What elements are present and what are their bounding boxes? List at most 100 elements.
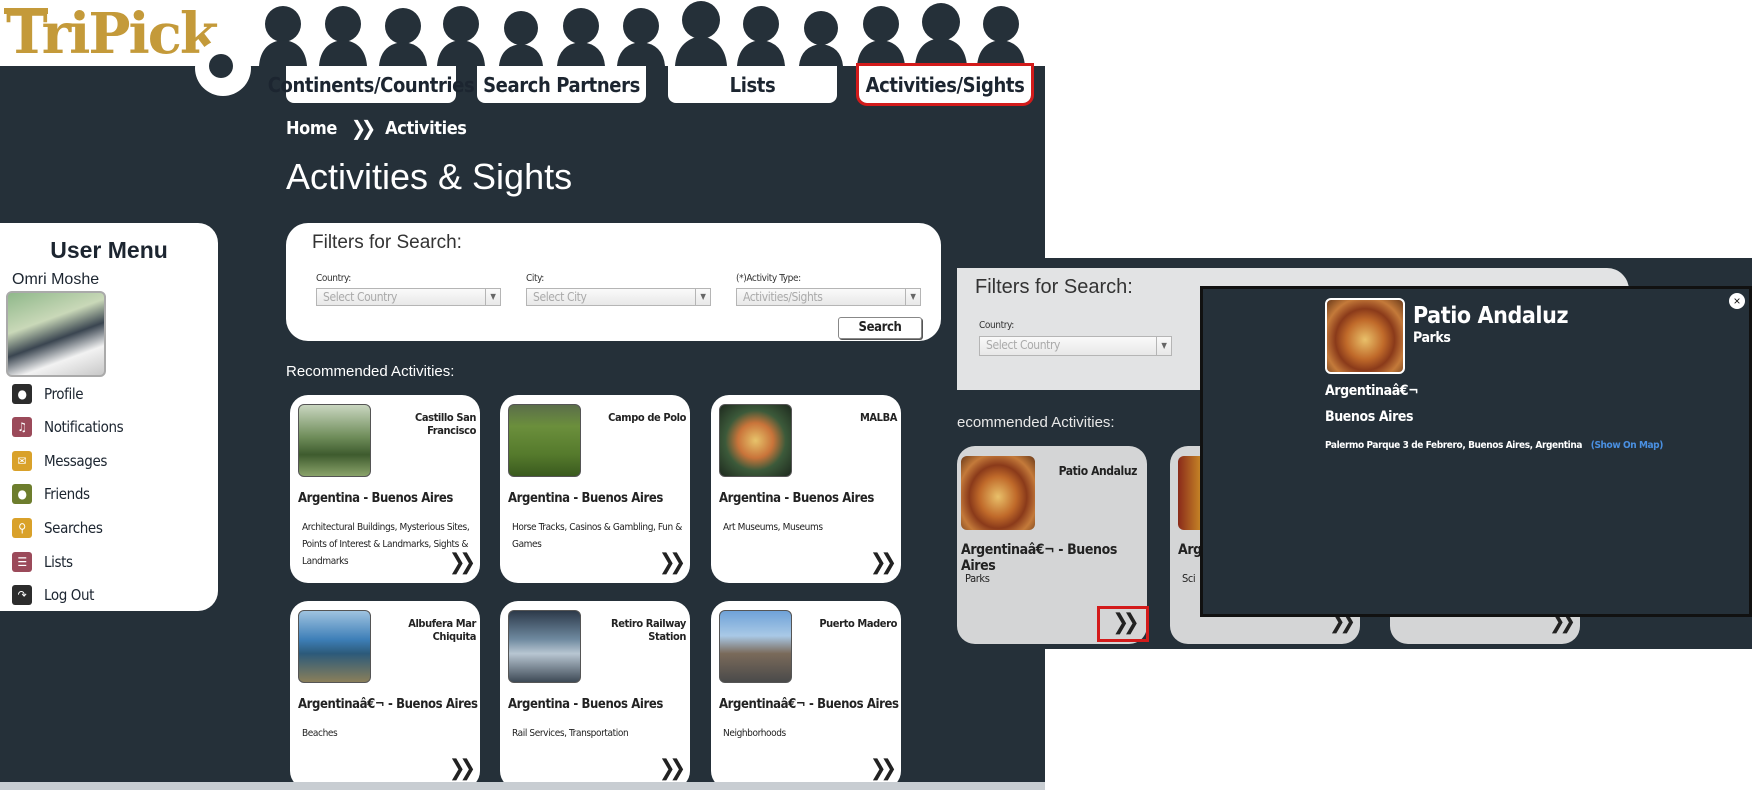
activity-card[interactable]: Albufera Mar Chiquita Argentinaâ€¬ - Bue… xyxy=(290,601,480,789)
user-menu-title: User Menu xyxy=(50,237,168,263)
menu-item-searches[interactable]: ⚲ Searches xyxy=(12,516,103,540)
country-select[interactable]: Select Country ▼ xyxy=(979,336,1172,356)
avatar[interactable] xyxy=(6,291,106,377)
country-select-value: Select Country xyxy=(986,338,1061,352)
tab-lists[interactable]: Lists xyxy=(668,66,837,103)
breadcrumb-home[interactable]: Home xyxy=(286,118,337,139)
menu-item-label: Profile xyxy=(44,385,84,403)
chevron-down-icon: ▼ xyxy=(1156,337,1171,355)
country-select[interactable]: Select Country ▼ xyxy=(316,288,501,306)
activity-categories: Art Museums, Museums xyxy=(723,522,823,533)
activity-location: Argentina - Buenos Aires xyxy=(508,491,663,506)
close-icon[interactable]: × xyxy=(1729,293,1745,309)
menu-item-friends[interactable]: ● Friends xyxy=(12,482,90,506)
popup-location-country: Argentinaâ€¬ xyxy=(1325,383,1419,399)
logo[interactable]: TriPick xyxy=(6,4,219,64)
chevron-down-icon: ▼ xyxy=(905,289,920,305)
country-label: Country: xyxy=(316,273,351,284)
zoomed-detail-panel: Filters for Search: Country: Select Coun… xyxy=(957,258,1752,649)
list-icon: ☰ xyxy=(12,552,32,572)
activity-name: Retiro Railway Station xyxy=(611,617,686,643)
activity-type-select[interactable]: Activities/Sights ▼ xyxy=(736,288,921,306)
menu-item-logout[interactable]: ↷ Log Out xyxy=(12,583,94,607)
people-icon: ● xyxy=(12,484,32,504)
double-chevron-right-icon[interactable]: ❯❯ xyxy=(870,756,897,781)
country-select-value: Select Country xyxy=(323,290,398,304)
activity-name: Campo de Polo xyxy=(608,411,686,424)
activity-categories-partial: Sci xyxy=(1182,572,1196,585)
tab-activities-sights[interactable]: Activities/Sights xyxy=(856,63,1034,106)
activity-location: Argentinaâ€¬ - Buenos Aires xyxy=(298,697,478,712)
double-chevron-right-icon[interactable]: ❯❯ xyxy=(1097,606,1149,642)
tab-continents-countries[interactable]: Continents/Countries xyxy=(268,66,475,103)
activity-card[interactable]: MALBA Argentina - Buenos Aires Art Museu… xyxy=(711,395,901,583)
activity-categories: Horse Tracks, Casinos & Gambling, Fun & … xyxy=(512,522,682,550)
city-select[interactable]: Select City ▼ xyxy=(526,288,711,306)
user-name: Omri Moshe xyxy=(12,271,100,288)
popup-title: Patio Andaluz xyxy=(1413,303,1569,329)
header-knob-dot xyxy=(209,54,233,78)
activity-thumbnail xyxy=(508,610,581,683)
double-chevron-right-icon[interactable]: ❯❯ xyxy=(659,756,686,781)
activity-thumbnail xyxy=(961,456,1035,530)
menu-item-lists[interactable]: ☰ Lists xyxy=(12,550,73,574)
activity-name: Patio Andaluz xyxy=(1058,464,1138,478)
activity-location: Argentinaâ€¬ - Buenos Aires xyxy=(719,697,899,712)
activity-name: Puerto Madero xyxy=(819,617,897,630)
activity-thumbnail xyxy=(508,404,581,477)
header: TriPick xyxy=(0,0,1045,66)
show-on-map-link[interactable]: (Show On Map) xyxy=(1591,440,1664,451)
activity-categories: Beaches xyxy=(302,728,338,739)
menu-item-label: Lists xyxy=(44,553,73,571)
activity-thumbnail xyxy=(719,610,792,683)
activity-card[interactable]: Retiro Railway Station Argentina - Bueno… xyxy=(500,601,690,789)
people-silhouettes-banner xyxy=(259,1,1025,66)
activity-categories: Architectural Buildings, Mysterious Site… xyxy=(302,522,470,567)
menu-item-messages[interactable]: ✉ Messages xyxy=(12,449,107,473)
bell-icon: ♫ xyxy=(12,417,32,437)
activity-categories: Parks xyxy=(965,572,990,585)
activity-categories: Rail Services, Transportation xyxy=(512,728,629,739)
tab-search-partners[interactable]: Search Partners xyxy=(477,66,646,103)
activity-location: Argentina - Buenos Aires xyxy=(508,697,663,712)
popup-thumbnail xyxy=(1325,298,1405,374)
activity-card[interactable]: Campo de Polo Argentina - Buenos Aires H… xyxy=(500,395,690,583)
activity-location: Argentina - Buenos Aires xyxy=(298,491,453,506)
page-title: Activities & Sights xyxy=(286,156,573,197)
person-icon: ● xyxy=(12,384,32,404)
search-button[interactable]: Search xyxy=(838,317,922,339)
breadcrumb: Home ❯❯ Activities xyxy=(286,116,467,140)
popup-address-text: Palermo Parque 3 de Febrero, Buenos Aire… xyxy=(1325,440,1583,451)
recommended-title-partial: ecommended Activities: xyxy=(957,414,1115,431)
menu-item-label: Notifications xyxy=(44,418,124,436)
menu-item-notifications[interactable]: ♫ Notifications xyxy=(12,415,124,439)
filters-title: Filters for Search: xyxy=(312,232,462,253)
double-chevron-right-icon[interactable]: ❯❯ xyxy=(449,756,476,781)
magnifier-icon: ⚲ xyxy=(12,518,32,538)
activity-location: Argentina - Buenos Aires xyxy=(719,491,874,506)
activity-card-zoomed[interactable]: Patio Andaluz Argentinaâ€¬ - Buenos Aire… xyxy=(957,446,1149,644)
main-page: TriPick Continents/Countries Search Part… xyxy=(0,0,1045,790)
activity-name: Albufera Mar Chiquita xyxy=(408,617,476,643)
recommended-title: Recommended Activities: xyxy=(286,363,455,380)
activity-name: Castillo San Francisco xyxy=(414,411,476,437)
breadcrumb-current: Activities xyxy=(385,117,467,139)
activity-detail-popup: × Patio Andaluz Parks Argentinaâ€¬ Bueno… xyxy=(1200,286,1752,617)
activity-card[interactable]: Castillo San Francisco Argentina - Bueno… xyxy=(290,395,480,583)
city-label: City: xyxy=(526,273,544,284)
menu-item-label: Messages xyxy=(44,452,107,470)
city-select-value: Select City xyxy=(533,290,587,304)
double-chevron-right-icon[interactable]: ❯❯ xyxy=(449,550,476,575)
browser-status-strip xyxy=(0,782,1045,790)
activity-categories: Neighborhoods xyxy=(723,728,786,739)
double-chevron-right-icon[interactable]: ❯❯ xyxy=(659,550,686,575)
popup-location-city: Buenos Aires xyxy=(1325,409,1414,425)
popup-address: Palermo Parque 3 de Febrero, Buenos Aire… xyxy=(1325,440,1663,451)
menu-item-profile[interactable]: ● Profile xyxy=(12,382,84,406)
logout-icon: ↷ xyxy=(12,585,32,605)
double-chevron-right-icon[interactable]: ❯❯ xyxy=(870,550,897,575)
breadcrumb-separator-icon: ❯❯ xyxy=(350,116,376,140)
activity-type-value: Activities/Sights xyxy=(743,290,823,304)
menu-item-label: Searches xyxy=(44,519,103,537)
activity-card[interactable]: Puerto Madero Argentinaâ€¬ - Buenos Aire… xyxy=(711,601,901,789)
